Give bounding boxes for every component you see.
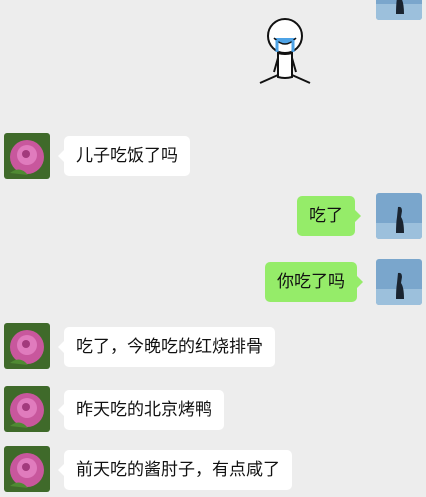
message-text: 前天吃的酱肘子，有点咸了: [76, 460, 280, 480]
self-avatar[interactable]: [376, 259, 422, 305]
contact-avatar[interactable]: [4, 323, 50, 369]
message-bubble-received[interactable]: 吃了，今晚吃的红烧排骨: [58, 327, 275, 367]
message-bubble-received[interactable]: 前天吃的酱肘子，有点咸了: [58, 450, 292, 490]
contact-avatar[interactable]: [4, 386, 50, 432]
message-text: 昨天吃的北京烤鸭: [76, 400, 212, 420]
message-bubble-sent[interactable]: 你吃了吗: [265, 262, 363, 302]
self-avatar[interactable]: [376, 193, 422, 239]
message-text: 吃了，今晚吃的红烧排骨: [76, 337, 263, 357]
crying-stick-figure-sticker[interactable]: [250, 12, 320, 92]
message-bubble-sent[interactable]: 吃了: [297, 196, 361, 236]
message-bubble-received[interactable]: 儿子吃饭了吗: [58, 136, 190, 176]
message-text: 儿子吃饭了吗: [76, 146, 178, 166]
message-text: 你吃了吗: [277, 272, 345, 292]
message-text: 吃了: [309, 206, 343, 226]
contact-avatar[interactable]: [4, 446, 50, 492]
contact-avatar[interactable]: [4, 133, 50, 179]
self-avatar[interactable]: [376, 0, 422, 20]
message-bubble-received[interactable]: 昨天吃的北京烤鸭: [58, 390, 224, 430]
chat-area[interactable]: 儿子吃饭了吗 吃了 你吃了吗 吃了，今晚吃的红烧排骨 昨天吃的北京烤鸭 前天吃的…: [0, 0, 426, 497]
